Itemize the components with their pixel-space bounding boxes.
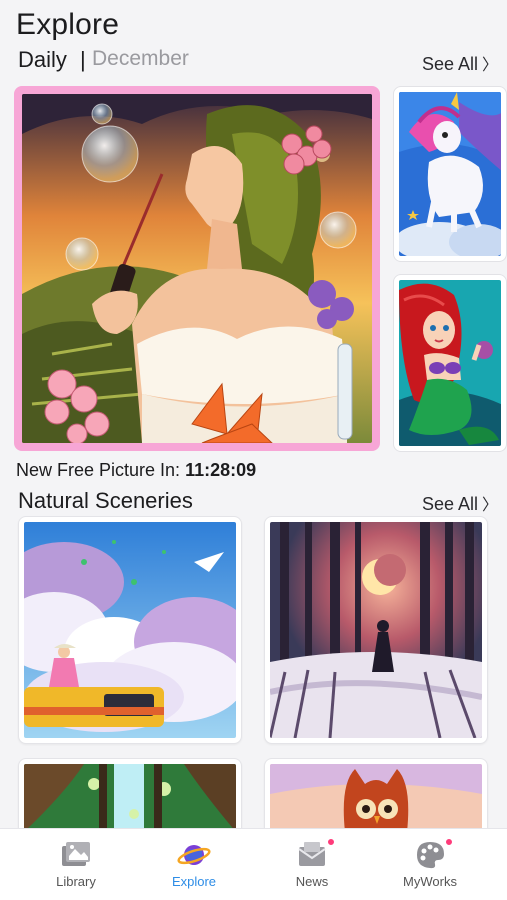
- free-picture-label: New Free Picture In:: [16, 460, 181, 480]
- palette-icon: [413, 838, 447, 872]
- daily-picture-girl-bubbles: [22, 94, 372, 443]
- girl-bubbles-artwork: [22, 94, 372, 443]
- tab-label: News: [295, 874, 329, 889]
- owl-artwork: [270, 764, 482, 832]
- daily-main-picture-card[interactable]: [14, 86, 380, 451]
- tab-label: MyWorks: [403, 874, 457, 889]
- daily-picture-mermaid: [399, 280, 501, 446]
- envelope-icon: [295, 838, 329, 872]
- tab-label: Explore: [171, 874, 217, 889]
- scenery-card-waterfall[interactable]: [18, 758, 242, 838]
- daily-label: Daily: [18, 47, 67, 72]
- daily-picture-unicorn: [399, 92, 501, 256]
- tab-news[interactable]: News: [252, 829, 372, 900]
- waterfall-artwork: [24, 764, 236, 832]
- daily-month: December: [92, 47, 189, 70]
- scenery-card-owl[interactable]: [264, 758, 488, 838]
- daily-see-all-link[interactable]: See All 〉: [422, 51, 498, 75]
- see-all-label: See All: [422, 494, 479, 514]
- tab-explore[interactable]: Explore: [134, 829, 254, 900]
- section-title-natural-sceneries: Natural Sceneries: [18, 488, 193, 513]
- scenery-waterfall: [24, 764, 236, 832]
- news-badge: [327, 838, 335, 846]
- clouds-van-artwork: [24, 522, 236, 738]
- daily-separator: |: [80, 47, 86, 72]
- scenery-owl: [270, 764, 482, 832]
- daily-side-picture-card-2[interactable]: [393, 274, 507, 452]
- tab-library[interactable]: Library: [16, 829, 136, 900]
- myworks-badge: [445, 838, 453, 846]
- scenery-card-forest-moon[interactable]: [264, 516, 488, 744]
- page-title: Explore: [16, 8, 120, 41]
- scenery-card-clouds-van[interactable]: [18, 516, 242, 744]
- see-all-label: See All: [422, 54, 479, 74]
- chevron-right-icon: 〉: [482, 57, 499, 74]
- forest-moon-artwork: [270, 522, 482, 738]
- chevron-right-icon: 〉: [482, 497, 499, 514]
- scenery-forest-moon: [270, 522, 482, 738]
- tab-label: Library: [56, 874, 96, 889]
- unicorn-artwork: [399, 92, 501, 256]
- free-picture-timer: 11:28:09: [185, 460, 257, 480]
- natural-sceneries-see-all-link[interactable]: See All 〉: [422, 491, 498, 515]
- bottom-tab-bar: Library Explore News MyWorks: [0, 828, 507, 900]
- planet-icon: [177, 838, 211, 872]
- tab-myworks[interactable]: MyWorks: [370, 829, 490, 900]
- library-icon: [59, 838, 93, 872]
- daily-side-picture-card-1[interactable]: [393, 86, 507, 262]
- mermaid-artwork: [399, 280, 501, 446]
- scenery-clouds-van: [24, 522, 236, 738]
- free-picture-countdown: New Free Picture In: 11:28:09: [16, 460, 256, 481]
